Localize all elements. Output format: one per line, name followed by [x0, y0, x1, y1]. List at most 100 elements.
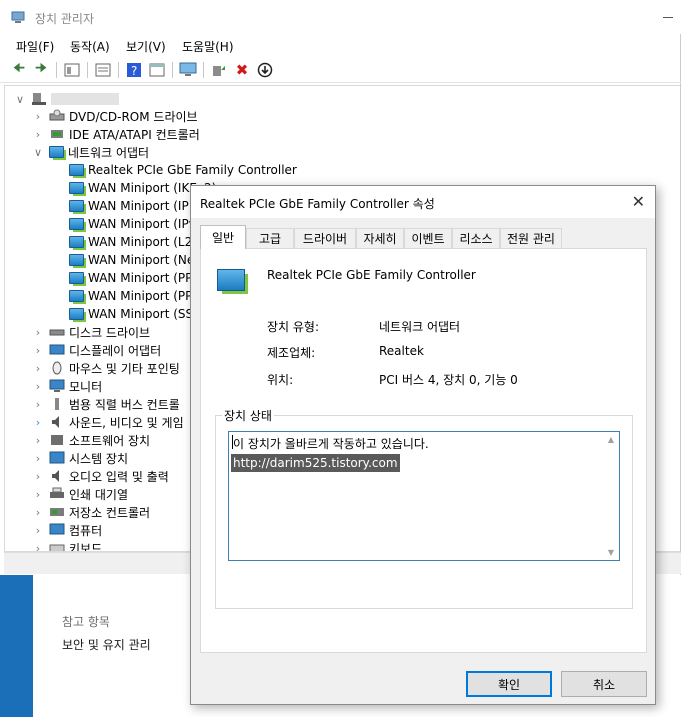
- chevron-right-icon[interactable]: ›: [33, 380, 43, 393]
- location-value: PCI 버스 4, 장치 0, 기능 0: [379, 373, 518, 387]
- scroll-down-icon[interactable]: ▼: [608, 548, 614, 557]
- close-icon[interactable]: ✕: [632, 192, 645, 211]
- tree-computer[interactable]: › 컴퓨터: [33, 521, 102, 539]
- uninstall-icon[interactable]: ✖: [233, 61, 251, 79]
- dialog-title-bar: Realtek PCIe GbE Family Controller 속성 ✕: [191, 186, 655, 218]
- tab-general[interactable]: 일반: [200, 225, 246, 249]
- chevron-right-icon[interactable]: ›: [33, 452, 43, 465]
- network-adapter-icon: [69, 308, 84, 320]
- chevron-right-icon[interactable]: ›: [33, 362, 43, 375]
- tree-storage-controllers[interactable]: › 저장소 컨트롤러: [33, 503, 150, 521]
- tree-dvd[interactable]: › DVD/CD-ROM 드라이브: [33, 107, 198, 125]
- tree-label: WAN Miniport (SST: [88, 307, 201, 321]
- tree-network-device[interactable]: WAN Miniport (L2T: [69, 233, 200, 251]
- back-icon[interactable]: 🠈: [10, 61, 28, 79]
- tree-network-adapters[interactable]: ∨ 네트워크 어댑터: [33, 143, 149, 161]
- help-icon[interactable]: ?: [125, 61, 143, 79]
- tab-driver[interactable]: 드라이버: [294, 228, 356, 248]
- svg-text:?: ?: [131, 64, 137, 78]
- tree-label: 마우스 및 기타 포인팅: [69, 361, 180, 376]
- network-adapter-icon: [69, 182, 84, 194]
- tab-advanced[interactable]: 고급: [246, 228, 294, 248]
- chevron-right-icon[interactable]: ›: [33, 470, 43, 483]
- tree-label: DVD/CD-ROM 드라이브: [69, 109, 198, 124]
- tree-network-device[interactable]: WAN Miniport (SST: [69, 305, 201, 323]
- tree-label: WAN Miniport (IPv: [88, 217, 196, 231]
- forward-icon[interactable]: 🠊: [32, 61, 50, 79]
- tree-label: 모니터: [69, 379, 103, 394]
- menu-action[interactable]: 동작(A): [70, 38, 110, 55]
- tree-label: 범용 직렬 버스 컨트롤: [69, 397, 180, 412]
- tree-audio-io[interactable]: › 오디오 입력 및 출력: [33, 467, 169, 485]
- tree-disk-drives[interactable]: › 디스크 드라이브: [33, 323, 150, 341]
- manufacturer-value: Realtek: [379, 344, 424, 358]
- scroll-up-icon[interactable]: ▲: [608, 435, 614, 444]
- tree-sound[interactable]: › 사운드, 비디오 및 게임: [33, 413, 184, 431]
- tab-resources[interactable]: 리소스: [452, 228, 500, 248]
- tree-label: 인쇄 대기열: [69, 487, 129, 502]
- device-status-textbox[interactable]: 이 장치가 올바르게 작동하고 있습니다. ▲ ▼: [228, 431, 620, 561]
- chevron-right-icon[interactable]: ›: [33, 488, 43, 501]
- usb-icon: [55, 398, 59, 410]
- tree-network-device[interactable]: WAN Miniport (IPv: [69, 215, 196, 233]
- chevron-right-icon[interactable]: ›: [33, 416, 43, 429]
- cancel-button[interactable]: 취소: [561, 671, 647, 697]
- properties-view-icon[interactable]: [63, 61, 81, 79]
- tree-network-device[interactable]: WAN Miniport (PPI: [69, 269, 196, 287]
- tree-mouse[interactable]: › 마우스 및 기타 포인팅: [33, 359, 180, 377]
- tab-details[interactable]: 자세히: [356, 228, 404, 248]
- tree-label: 디스크 드라이브: [69, 325, 151, 340]
- tree-label: 저장소 컨트롤러: [69, 505, 151, 520]
- tree-network-device[interactable]: WAN Miniport (IP): [69, 197, 193, 215]
- tree-usb[interactable]: › 범용 직렬 버스 컨트롤: [33, 395, 180, 413]
- device-type-value: 네트워크 어댑터: [379, 320, 461, 334]
- monitor-icon[interactable]: [179, 61, 197, 79]
- minimize-button[interactable]: [663, 17, 673, 18]
- chevron-right-icon[interactable]: ›: [33, 542, 43, 552]
- tree-label: WAN Miniport (L2T: [88, 235, 200, 249]
- tree-label: 키보드: [69, 541, 103, 552]
- tree-network-device[interactable]: Realtek PCIe GbE Family Controller: [69, 161, 297, 179]
- chevron-right-icon[interactable]: ›: [33, 128, 43, 141]
- chevron-right-icon[interactable]: ›: [33, 398, 43, 411]
- network-adapter-icon: [69, 200, 84, 212]
- tree-label: Realtek PCIe GbE Family Controller: [88, 163, 297, 177]
- tree-ide[interactable]: › IDE ATA/ATAPI 컨트롤러: [33, 125, 200, 143]
- tree-label: 네트워크 어댑터: [68, 145, 150, 160]
- view-icon[interactable]: [148, 61, 166, 79]
- list-icon[interactable]: [94, 61, 112, 79]
- update-driver-icon[interactable]: [210, 61, 228, 79]
- tree-print-queues[interactable]: › 인쇄 대기열: [33, 485, 128, 503]
- printer-icon: [50, 487, 64, 498]
- tree-label: IDE ATA/ATAPI 컨트롤러: [69, 127, 200, 142]
- tab-events[interactable]: 이벤트: [404, 228, 452, 248]
- manufacturer-label: 제조업체:: [267, 346, 316, 360]
- chevron-right-icon[interactable]: ›: [33, 326, 43, 339]
- general-tab-page: Realtek PCIe GbE Family Controller 장치 유형…: [200, 248, 647, 653]
- tree-software-devices[interactable]: › 소프트웨어 장치: [33, 431, 150, 449]
- tree-root[interactable]: ∨: [15, 90, 119, 108]
- chevron-right-icon[interactable]: ›: [33, 434, 43, 447]
- tree-monitors[interactable]: › 모니터: [33, 377, 102, 395]
- chevron-down-icon[interactable]: ∨: [33, 146, 43, 159]
- chevron-right-icon[interactable]: ›: [33, 524, 43, 537]
- menu-view[interactable]: 보기(V): [126, 38, 166, 55]
- security-maintenance-link[interactable]: 보안 및 유지 관리: [62, 636, 151, 653]
- tree-keyboards[interactable]: › 키보드: [33, 539, 103, 552]
- tree-network-device[interactable]: WAN Miniport (Ne: [69, 251, 194, 269]
- chevron-right-icon[interactable]: ›: [33, 344, 43, 357]
- tab-power-management[interactable]: 전원 관리: [500, 228, 562, 248]
- chevron-right-icon[interactable]: ›: [33, 506, 43, 519]
- location-label: 위치:: [267, 373, 294, 387]
- chevron-right-icon[interactable]: ›: [33, 110, 43, 123]
- network-adapter-icon: [69, 218, 84, 230]
- tree-display-adapters[interactable]: › 디스플레이 어댑터: [33, 341, 161, 359]
- menu-file[interactable]: 파일(F): [16, 38, 54, 55]
- ok-button[interactable]: 확인: [466, 671, 552, 697]
- sound-icon: [52, 416, 59, 428]
- tree-network-device[interactable]: WAN Miniport (PPT: [69, 287, 200, 305]
- tree-system-devices[interactable]: › 시스템 장치: [33, 449, 128, 467]
- chevron-down-icon[interactable]: ∨: [15, 93, 25, 106]
- menu-help[interactable]: 도움말(H): [182, 38, 234, 55]
- disable-icon[interactable]: [256, 61, 274, 79]
